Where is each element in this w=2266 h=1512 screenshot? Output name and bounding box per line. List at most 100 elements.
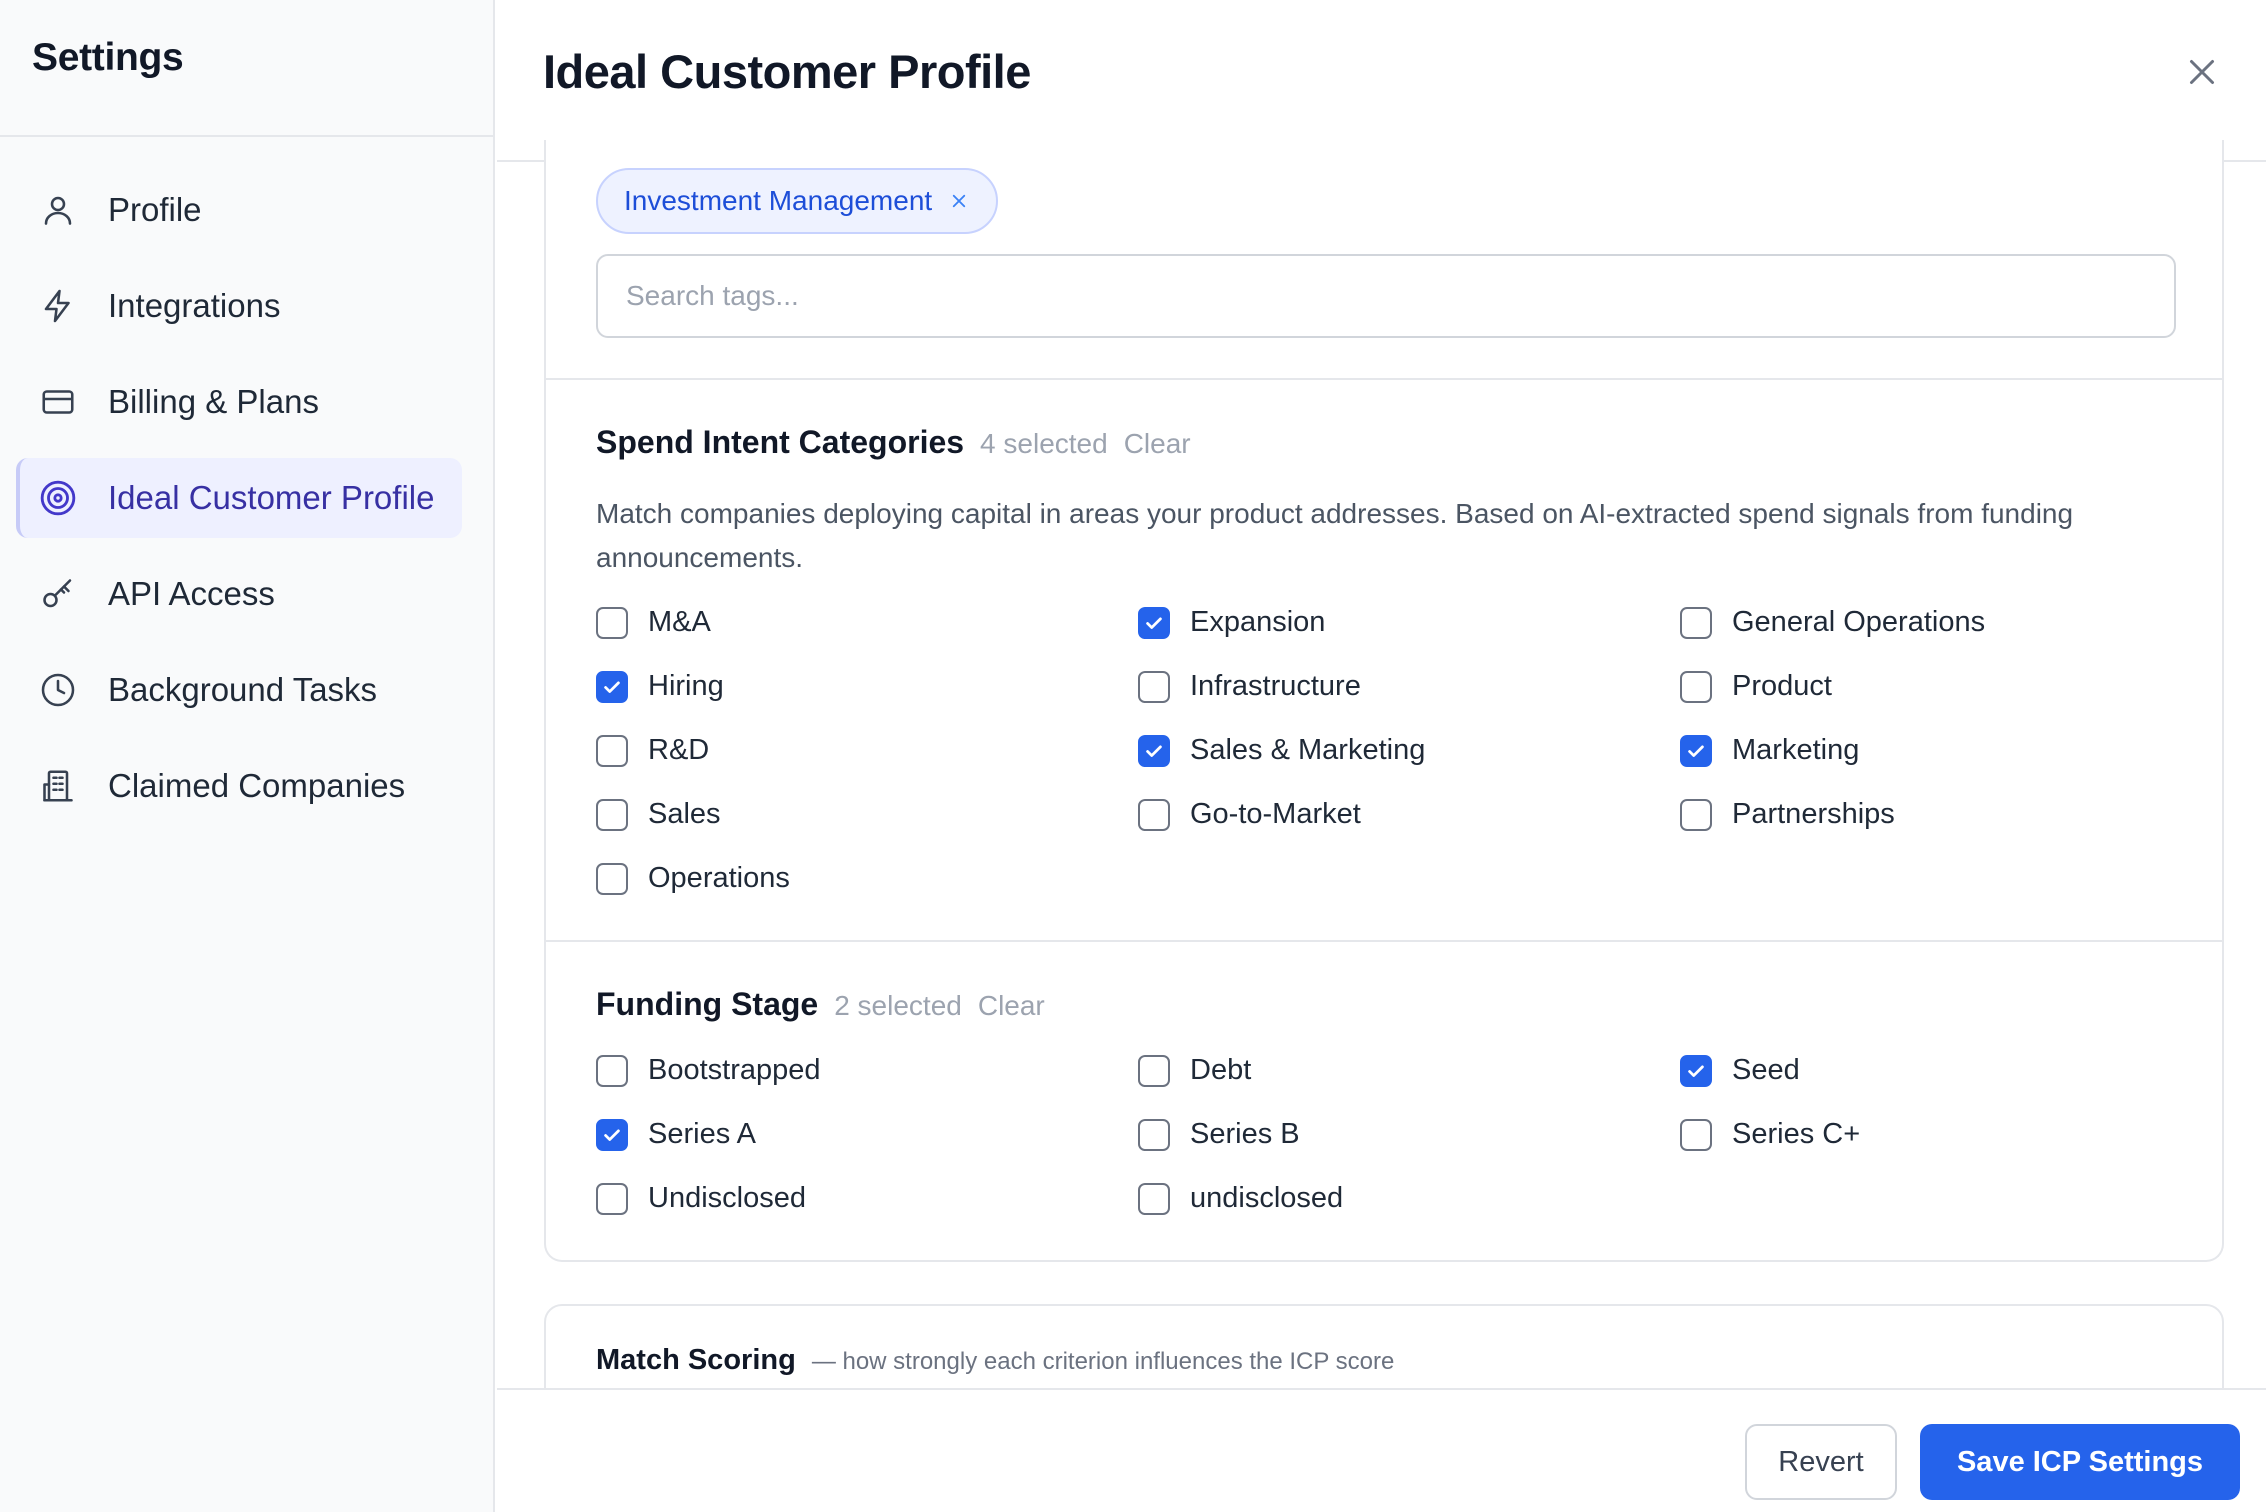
sidebar-item-background-tasks[interactable]: Background Tasks [16, 650, 462, 730]
sidebar-header: Settings [0, 0, 493, 137]
sidebar-item-label: Claimed Companies [108, 767, 406, 804]
checkbox-label: Partnerships [1732, 798, 1895, 830]
save-icp-settings-button[interactable]: Save ICP Settings [1920, 1424, 2240, 1500]
revert-button[interactable]: Revert [1745, 1424, 1897, 1500]
checkbox-option[interactable]: Sales [596, 798, 721, 831]
checkbox-label: Product [1732, 670, 1832, 702]
checkbox-option[interactable]: undisclosed [1138, 1182, 1343, 1215]
checkbox-option[interactable]: Marketing [1680, 734, 1859, 767]
checkbox-label: Expansion [1190, 606, 1326, 638]
checkbox-option[interactable]: Series A [596, 1118, 756, 1151]
checkbox[interactable] [1138, 670, 1170, 703]
checkbox-checked[interactable] [596, 670, 628, 703]
checkbox-checked[interactable] [1680, 734, 1712, 767]
key-icon [38, 574, 78, 614]
sidebar-item-profile[interactable]: Profile [16, 170, 462, 250]
check-icon [604, 1129, 620, 1141]
check-icon [1688, 745, 1704, 757]
selected-count: 4 selected [980, 428, 1108, 459]
checkbox-option[interactable]: Operations [596, 862, 790, 895]
checkbox[interactable] [596, 1182, 628, 1215]
tag-chip: Investment Management [596, 168, 999, 234]
lightning-icon [38, 286, 78, 326]
clear-button[interactable]: Clear [1124, 428, 1191, 460]
checkbox-checked[interactable] [1680, 1054, 1712, 1087]
checkbox-label: Sales [648, 798, 721, 830]
close-icon [2184, 54, 2220, 90]
checkbox-option[interactable]: Hiring [596, 670, 724, 703]
clear-button[interactable]: Clear [978, 990, 1045, 1022]
checkbox[interactable] [596, 862, 628, 895]
action-footer: Revert Save ICP Settings [497, 1388, 2266, 1512]
checkbox-checked[interactable] [1138, 606, 1170, 639]
checkbox-checked[interactable] [1138, 734, 1170, 767]
section-title: Match Scoring [596, 1344, 796, 1376]
checkbox-option[interactable]: M&A [596, 606, 711, 639]
sidebar-item-label: API Access [108, 575, 275, 612]
checkbox-option[interactable]: Series B [1138, 1118, 1300, 1151]
checkbox[interactable] [596, 606, 628, 639]
checkbox-option[interactable]: Go-to-Market [1138, 798, 1361, 831]
section-title: Spend Intent Categories [596, 424, 965, 460]
clock-icon [38, 670, 78, 710]
sidebar-item-label: Integrations [108, 287, 281, 324]
sidebar-item-label: Profile [108, 191, 202, 228]
checkbox-option[interactable]: Infrastructure [1138, 670, 1361, 703]
checkbox[interactable] [1138, 1182, 1170, 1215]
checkbox[interactable] [1138, 1054, 1170, 1087]
checkbox[interactable] [596, 1054, 628, 1087]
checkbox-option[interactable]: Debt [1138, 1054, 1251, 1087]
checkbox-option[interactable]: Expansion [1138, 606, 1325, 639]
settings-sidebar: Settings Profile Integrations Billing & … [0, 0, 495, 1512]
checkbox[interactable] [1680, 606, 1712, 639]
sidebar-item-label: Billing & Plans [108, 383, 319, 420]
checkbox[interactable] [1138, 798, 1170, 831]
checkbox-label: R&D [648, 734, 710, 766]
checkbox-label: Marketing [1732, 734, 1860, 766]
checkbox-label: Operations [648, 862, 790, 894]
checkbox-option[interactable]: Bootstrapped [596, 1054, 821, 1087]
checkbox[interactable] [1138, 1118, 1170, 1151]
check-icon [1146, 745, 1162, 757]
remove-tag-button[interactable] [948, 190, 970, 212]
section-divider [546, 378, 2222, 380]
checkbox-label: Debt [1190, 1054, 1252, 1086]
checkbox-option[interactable]: Series C+ [1680, 1118, 1860, 1151]
sidebar-item-ideal-customer-profile[interactable]: Ideal Customer Profile [16, 458, 462, 538]
check-icon [1146, 617, 1162, 629]
funding-stage-header: Funding Stage 2 selected Clear [596, 986, 1045, 1023]
checkbox[interactable] [596, 734, 628, 767]
checkbox-label: undisclosed [1190, 1182, 1344, 1214]
tag-search-input[interactable] [596, 254, 2176, 338]
spend-intent-header: Spend Intent Categories 4 selected Clear [596, 424, 1191, 461]
checkbox-checked[interactable] [596, 1118, 628, 1151]
main-header: Ideal Customer Profile [497, 0, 2266, 162]
checkbox-option[interactable]: Undisclosed [596, 1182, 806, 1215]
close-button[interactable] [2182, 52, 2222, 92]
checkbox-option[interactable]: Sales & Marketing [1138, 734, 1425, 767]
checkbox-label: Undisclosed [648, 1182, 806, 1214]
sidebar-item-claimed-companies[interactable]: Claimed Companies [16, 746, 462, 826]
checkbox-label: Series C+ [1732, 1118, 1861, 1150]
checkbox-option[interactable]: Partnerships [1680, 798, 1895, 831]
checkbox[interactable] [1680, 1118, 1712, 1151]
tag-chip-label: Investment Management [624, 185, 933, 216]
section-title: Funding Stage [596, 986, 819, 1022]
sidebar-item-billing[interactable]: Billing & Plans [16, 362, 462, 442]
sidebar-item-api-access[interactable]: API Access [16, 554, 462, 634]
checkbox-option[interactable]: R&D [596, 734, 709, 767]
credit-card-icon [38, 382, 78, 422]
checkbox-label: Go-to-Market [1190, 798, 1361, 830]
selected-count: 2 selected [834, 990, 962, 1021]
checkbox[interactable] [1680, 670, 1712, 703]
sidebar-item-integrations[interactable]: Integrations [16, 266, 462, 346]
checkbox-option[interactable]: Product [1680, 670, 1832, 703]
check-icon [1688, 1065, 1704, 1077]
section-divider [546, 940, 2222, 942]
checkbox[interactable] [1680, 798, 1712, 831]
building-icon [38, 766, 78, 806]
checkbox-option[interactable]: General Operations [1680, 606, 1985, 639]
check-icon [604, 681, 620, 693]
checkbox[interactable] [596, 798, 628, 831]
checkbox-option[interactable]: Seed [1680, 1054, 1800, 1087]
